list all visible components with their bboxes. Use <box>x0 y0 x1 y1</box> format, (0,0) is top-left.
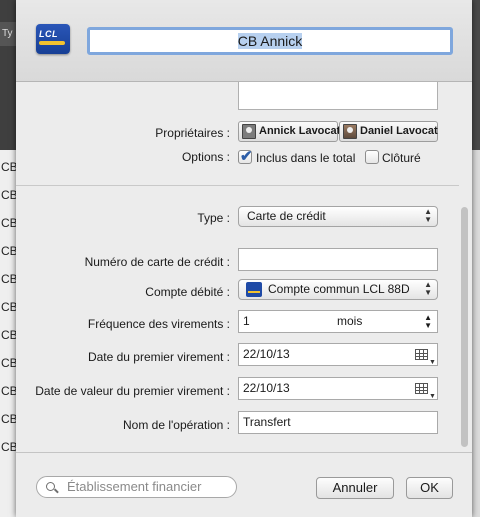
closed-checkbox[interactable] <box>365 150 379 164</box>
account-name-field[interactable]: CB Annick <box>87 27 453 55</box>
background-column-header: Ty <box>0 22 16 46</box>
include-in-total-checkbox[interactable]: ✔ <box>238 148 253 165</box>
closed-label: Clôturé <box>382 151 421 165</box>
search-icon <box>46 482 55 491</box>
options-label: Options : <box>181 150 230 164</box>
owners-label: Propriétaires : <box>155 126 230 140</box>
updown-arrows-icon: ▲ ▼ <box>424 280 432 297</box>
frequency-unit: mois <box>337 314 363 328</box>
debit-account-value: Compte commun LCL 88D <box>268 282 410 296</box>
first-transfer-date-label: Date du premier virement : <box>87 350 230 364</box>
frequency-count: 1 <box>243 314 250 328</box>
calendar-icon[interactable]: ▼ <box>415 383 436 400</box>
frequency-field[interactable]: 1 mois ▲ ▼ <box>238 310 438 333</box>
calendar-icon[interactable]: ▼ <box>415 349 436 366</box>
owner-name: Daniel Lavocat <box>360 125 438 137</box>
bank-logo-icon <box>246 282 262 297</box>
debit-account-label: Compte débité : <box>145 285 230 299</box>
include-in-total-label: Inclus dans le total <box>256 151 356 165</box>
first-value-date-value: 22/10/13 <box>243 381 290 395</box>
type-label: Type : <box>197 211 230 225</box>
notes-textarea[interactable] <box>238 82 438 110</box>
operation-name-input[interactable]: Transfert <box>238 411 438 434</box>
owner-name: Annick Lavocat <box>259 125 341 137</box>
scrollbar-thumb[interactable] <box>461 207 468 447</box>
section-divider <box>16 185 459 186</box>
debit-account-popup[interactable]: Compte commun LCL 88D ▲ ▼ <box>238 279 438 300</box>
card-number-label: Numéro de carte de crédit : <box>84 255 230 269</box>
account-form: Propriétaires : Annick Lavocat Daniel La… <box>16 82 472 452</box>
frequency-label: Fréquence des virements : <box>87 317 230 331</box>
account-name-text: CB Annick <box>237 33 303 49</box>
first-transfer-date-value: 22/10/13 <box>243 347 290 361</box>
type-popup[interactable]: Carte de crédit ▲ ▼ <box>238 206 438 227</box>
operation-name-label: Nom de l'opération : <box>122 418 230 432</box>
owner-button-daniel[interactable]: Daniel Lavocat <box>339 121 438 142</box>
background-window: Ty CB CB CB CB CB CB CB CB CB CB CB <box>0 0 18 517</box>
ok-button[interactable]: OK <box>406 477 453 499</box>
sheet-footer: Établissement financier Annuler OK <box>16 452 472 517</box>
owner-button-annick[interactable]: Annick Lavocat <box>238 121 341 142</box>
bank-logo-text: LCL <box>39 29 58 39</box>
card-number-input[interactable] <box>238 248 438 271</box>
sheet-header: LCL CB Annick <box>16 0 472 82</box>
checkmark-icon: ✔ <box>240 148 253 165</box>
updown-arrows-icon: ▲ ▼ <box>424 207 432 224</box>
type-value: Carte de crédit <box>247 209 326 223</box>
financial-institution-search[interactable]: Établissement financier <box>36 476 237 498</box>
bank-logo-icon[interactable]: LCL <box>36 24 70 54</box>
search-placeholder: Établissement financier <box>67 479 202 494</box>
cancel-button[interactable]: Annuler <box>316 477 394 499</box>
stepper-arrows-icon[interactable]: ▲ ▼ <box>424 314 432 330</box>
first-transfer-date-field[interactable]: 22/10/13 ▼ <box>238 343 438 366</box>
background-window-right <box>472 0 480 517</box>
first-value-date-label: Date de valeur du premier virement : <box>35 384 230 398</box>
user-avatar-icon <box>343 124 357 139</box>
user-avatar-icon <box>242 124 256 139</box>
account-sheet: LCL CB Annick Propriétaires : Annick Lav… <box>16 0 472 517</box>
first-value-date-field[interactable]: 22/10/13 ▼ <box>238 377 438 400</box>
